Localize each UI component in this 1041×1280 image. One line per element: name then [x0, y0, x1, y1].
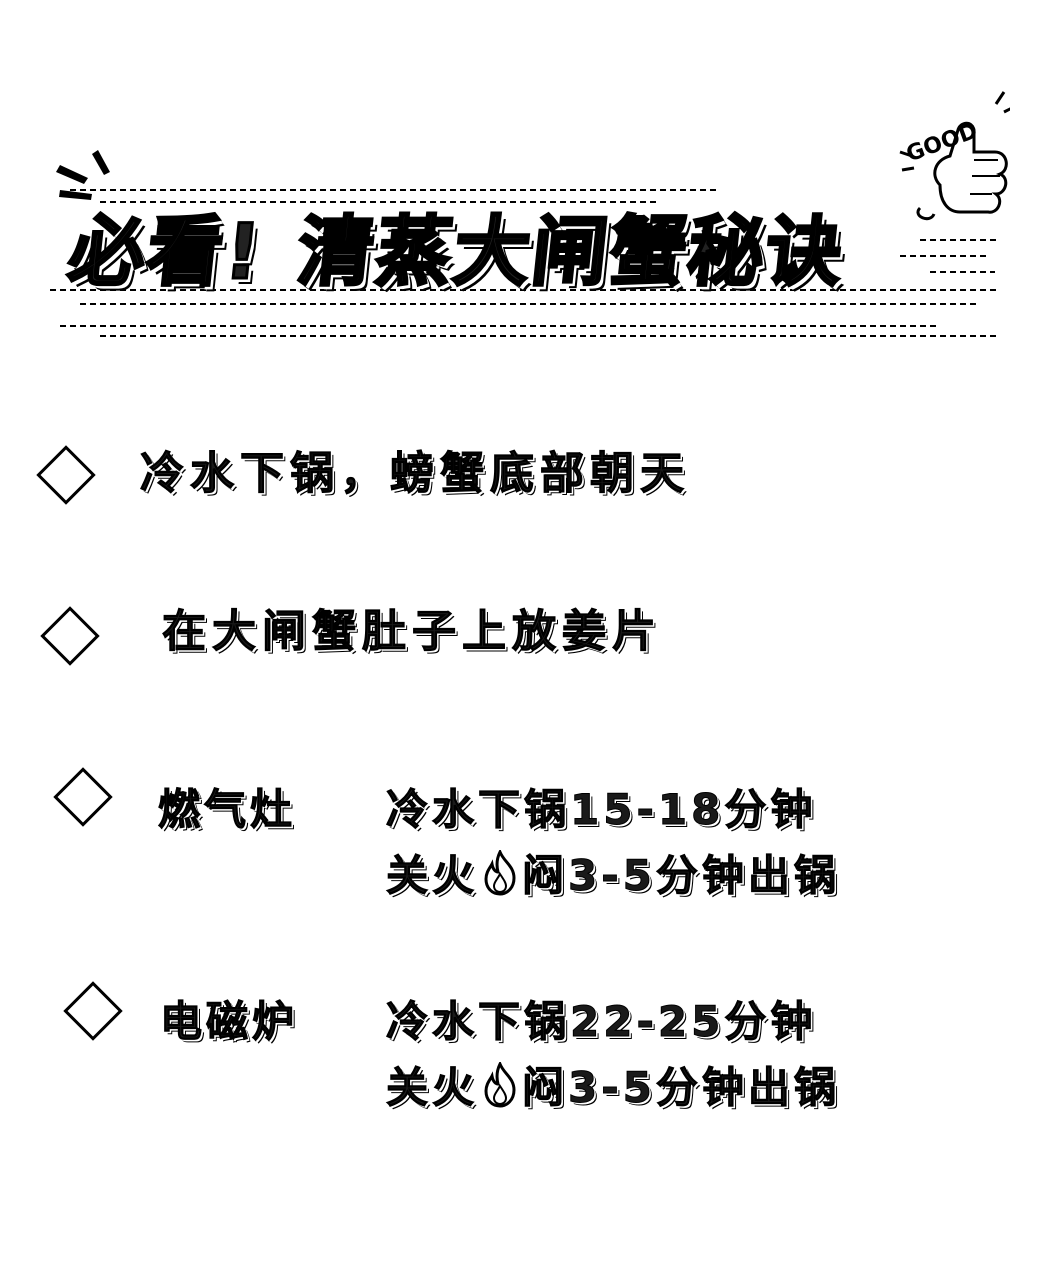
diamond-icon: [40, 606, 100, 666]
diamond-icon: [36, 445, 96, 505]
method-label-gas-stove: 燃气灶: [157, 785, 297, 835]
tip-ginger-slices: 在大闸蟹肚子上放姜片: [162, 606, 662, 657]
gas-stove-rest-time: 关火 闷3-5分钟出锅: [385, 850, 840, 901]
page-title: 必看! 清蒸大闸蟹秘诀: [63, 190, 996, 300]
diamond-icon: [53, 767, 113, 827]
title-part-must-see: 必看!: [63, 206, 268, 298]
tip-cold-water-belly-up: 冷水下锅，螃蟹底部朝天: [140, 448, 690, 499]
gas-stove-cook-time: 冷水下锅15-18分钟: [385, 785, 817, 835]
poster: GOOD 必看! 清蒸大闸蟹秘诀 冷水下锅，螃蟹底部朝天 在大闸蟹肚子上放姜片 燃…: [0, 0, 1041, 1280]
diamond-icon: [63, 981, 123, 1041]
method-label-induction-cooker: 电磁炉: [159, 997, 299, 1047]
induction-cook-time: 冷水下锅22-25分钟: [385, 997, 817, 1047]
induction-rest-time: 关火 闷3-5分钟出锅: [385, 1062, 840, 1113]
fire-icon: [484, 850, 516, 896]
fire-icon: [484, 1062, 516, 1108]
title-part-main: 清蒸大闸蟹秘诀: [292, 206, 850, 298]
